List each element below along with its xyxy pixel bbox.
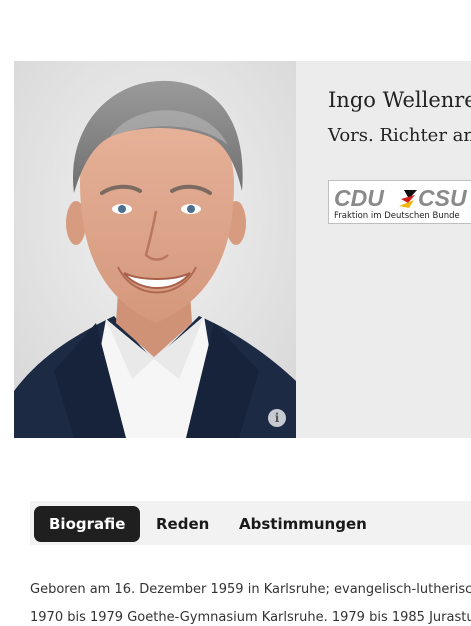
profile-tab-bar: Biografie Reden Abstimmungen — [30, 501, 471, 545]
person-name: Ingo Wellenre — [328, 88, 471, 112]
profile-card: i Ingo Wellenre Vors. Richter an CDU CSU… — [14, 61, 471, 438]
biography-text: Geboren am 16. Dezember 1959 in Karlsruh… — [30, 576, 471, 626]
tab-reden[interactable]: Reden — [141, 506, 224, 542]
person-role: Vors. Richter an — [328, 125, 471, 146]
portrait-photo[interactable]: i — [14, 61, 296, 438]
info-icon[interactable]: i — [268, 409, 286, 427]
cdu-csu-logo: CDU CSU Fraktion im Deutschen Bunde — [334, 185, 468, 221]
tab-abstimmungen[interactable]: Abstimmungen — [224, 506, 382, 542]
tab-biografie[interactable]: Biografie — [34, 506, 141, 542]
svg-text:CDU: CDU — [334, 185, 385, 211]
biography-line: 1970 bis 1979 Goethe-Gymnasium Karlsruhe… — [30, 610, 471, 625]
party-logo[interactable]: CDU CSU Fraktion im Deutschen Bunde — [328, 180, 471, 224]
portrait-illustration — [14, 61, 296, 438]
biography-line: Geboren am 16. Dezember 1959 in Karlsruh… — [30, 582, 471, 597]
profile-page: i Ingo Wellenre Vors. Richter an CDU CSU… — [0, 0, 471, 626]
svg-text:CSU: CSU — [418, 185, 468, 211]
svg-text:Fraktion im Deutschen Bunde: Fraktion im Deutschen Bunde — [334, 211, 460, 221]
